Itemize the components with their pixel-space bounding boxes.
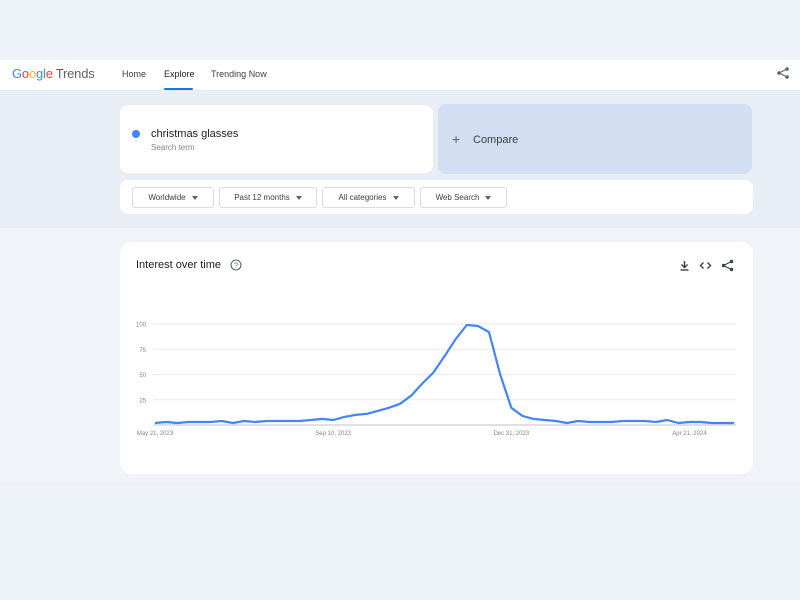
- interest-over-time-chart: 25 50 75 100 May 21, 2023 Sep 10, 2023 Dec 31,…: [136, 321, 738, 437]
- nav-explore[interactable]: Explore: [164, 69, 195, 79]
- data-point[interactable]: [407, 392, 415, 400]
- data-point[interactable]: [374, 407, 382, 415]
- y-tick-label: 50: [139, 373, 146, 379]
- data-point[interactable]: [552, 417, 560, 425]
- data-point[interactable]: [285, 417, 293, 425]
- data-point[interactable]: [530, 415, 538, 423]
- data-point[interactable]: [329, 416, 337, 424]
- data-point[interactable]: [708, 419, 716, 427]
- data-point[interactable]: [663, 416, 671, 424]
- data-point[interactable]: [196, 418, 204, 426]
- data-point[interactable]: [596, 418, 604, 426]
- data-point[interactable]: [507, 404, 515, 412]
- filter-search-type[interactable]: Web Search: [420, 187, 507, 208]
- data-point[interactable]: [151, 419, 159, 427]
- x-tick-label: Sep 10, 2023: [315, 431, 351, 437]
- data-point[interactable]: [630, 417, 638, 425]
- nav-home[interactable]: Home: [122, 69, 146, 79]
- data-point[interactable]: [697, 418, 705, 426]
- dropdown-caret-icon: [392, 195, 399, 200]
- plus-icon: +: [452, 131, 461, 147]
- search-term-name[interactable]: christmas glasses: [151, 128, 238, 140]
- dropdown-caret-icon: [295, 195, 302, 200]
- data-point[interactable]: [608, 418, 616, 426]
- search-term-type: Search term: [151, 143, 195, 152]
- data-point[interactable]: [429, 368, 437, 376]
- data-point[interactable]: [730, 419, 738, 427]
- data-point[interactable]: [685, 418, 693, 426]
- data-point[interactable]: [485, 328, 493, 336]
- data-point[interactable]: [307, 416, 315, 424]
- data-point[interactable]: [207, 418, 215, 426]
- data-point[interactable]: [574, 417, 582, 425]
- data-point[interactable]: [318, 415, 326, 423]
- data-point[interactable]: [173, 419, 181, 427]
- data-point[interactable]: [652, 418, 660, 426]
- data-point[interactable]: [218, 417, 226, 425]
- term-color-dot: [132, 130, 140, 138]
- data-point[interactable]: [518, 412, 526, 420]
- download-icon[interactable]: [678, 259, 691, 272]
- share-icon[interactable]: [721, 259, 734, 272]
- chart-card-title: Interest over time: [136, 259, 221, 271]
- data-point[interactable]: [496, 371, 504, 379]
- x-tick-label: Dec 31, 2023: [493, 431, 529, 437]
- data-point[interactable]: [619, 417, 627, 425]
- logo-product-name: Trends: [55, 66, 95, 81]
- svg-text:?: ?: [234, 261, 238, 270]
- x-tick-label: Apr 21, 2024: [672, 431, 707, 437]
- data-point[interactable]: [162, 418, 170, 426]
- data-point[interactable]: [251, 418, 259, 426]
- data-point[interactable]: [240, 417, 248, 425]
- y-tick-label: 100: [136, 323, 147, 329]
- data-point[interactable]: [273, 417, 281, 425]
- data-point[interactable]: [585, 418, 593, 426]
- embed-icon[interactable]: [699, 259, 712, 272]
- y-tick-label: 75: [139, 348, 146, 354]
- filter-location[interactable]: Worldwide: [132, 187, 214, 208]
- top-band: [0, 0, 800, 60]
- nav-trending-now[interactable]: Trending Now: [211, 69, 267, 79]
- dropdown-caret-icon: [191, 195, 198, 200]
- dropdown-caret-icon: [485, 195, 492, 200]
- data-point[interactable]: [184, 418, 192, 426]
- nav-active-indicator: [164, 88, 193, 90]
- google-trends-logo[interactable]: Google Trends: [12, 66, 95, 81]
- data-point[interactable]: [363, 410, 371, 418]
- data-point[interactable]: [385, 404, 393, 412]
- data-point[interactable]: [674, 419, 682, 427]
- data-point[interactable]: [563, 419, 571, 427]
- compare-label: Compare: [473, 134, 519, 146]
- header-bar: [0, 60, 800, 91]
- filter-time-range[interactable]: Past 12 months: [219, 187, 317, 208]
- data-point[interactable]: [418, 380, 426, 388]
- data-point[interactable]: [719, 419, 727, 427]
- data-point[interactable]: [641, 417, 649, 425]
- data-point[interactable]: [340, 413, 348, 421]
- data-point[interactable]: [452, 335, 460, 343]
- data-point[interactable]: [262, 417, 270, 425]
- y-tick-label: 25: [139, 398, 146, 404]
- share-icon[interactable]: [776, 66, 790, 80]
- data-point[interactable]: [396, 400, 404, 408]
- x-tick-label: May 21, 2023: [137, 431, 174, 437]
- filter-category[interactable]: All categories: [322, 187, 415, 208]
- data-point[interactable]: [441, 352, 449, 360]
- data-point[interactable]: [351, 411, 359, 419]
- data-point[interactable]: [296, 417, 304, 425]
- data-point[interactable]: [463, 321, 471, 329]
- data-point[interactable]: [229, 419, 237, 427]
- data-point[interactable]: [474, 322, 482, 330]
- help-icon[interactable]: ?: [230, 259, 242, 271]
- data-point[interactable]: [541, 416, 549, 424]
